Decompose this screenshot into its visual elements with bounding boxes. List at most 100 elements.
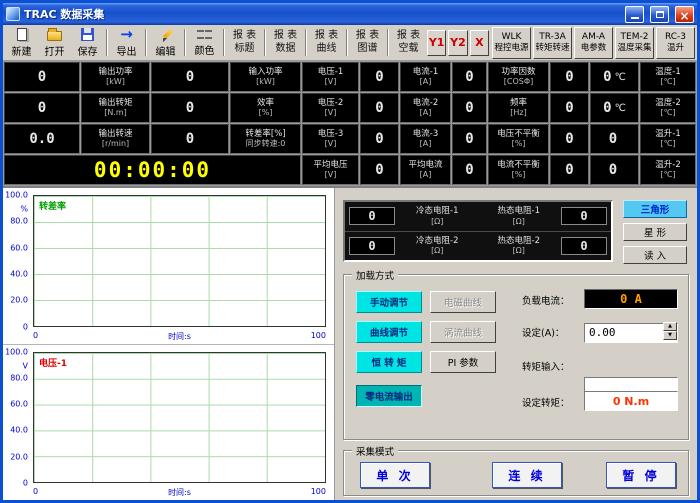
voltage-chart: 100.0 V 80.0 60.0 40.0 20.0 0 电压-1 0 时间:…	[3, 344, 334, 501]
temp-rise-1-value: 0	[590, 124, 639, 154]
device-button-group: WLK 程控电源 TR-3A 转矩转速 AM-A 电参数 TEM-2 温度采集 …	[490, 26, 695, 59]
single-capture-button[interactable]: 单 次	[360, 462, 430, 488]
cold-resistance-2-label: 冷态电阻-2[Ω]	[398, 236, 477, 256]
constant-torque-button[interactable]: 恒 转 矩	[356, 351, 422, 373]
avg-voltage-label: 平均电压[V]	[302, 155, 359, 185]
output-power-label: 输出功率[kW]	[81, 62, 150, 92]
current-3-label: 电流-3[A]	[400, 124, 451, 154]
app-icon	[6, 7, 20, 21]
chart-y-axis: 100.0 V 80.0 60.0 40.0 20.0 0	[3, 352, 31, 484]
export-button[interactable]: 导出	[110, 26, 143, 59]
export-arrow-icon	[119, 27, 135, 42]
close-button[interactable]	[675, 6, 694, 23]
axis-y1-button[interactable]: Y1	[427, 30, 446, 56]
maximize-button[interactable]	[650, 6, 669, 23]
cold-resistance-2-value: 0	[349, 237, 395, 255]
new-button[interactable]: 新建	[5, 26, 38, 59]
resistance-row: 0 冷态电阻-2[Ω] 热态电阻-2[Ω] 0	[345, 231, 611, 261]
spinner-up-button[interactable]	[663, 322, 677, 331]
color-button[interactable]: 颜色	[188, 26, 221, 59]
toolbar-separator	[305, 29, 307, 56]
open-button[interactable]: 打开	[38, 26, 71, 59]
load-current-display: 0 A	[584, 289, 678, 309]
color-palette-icon	[197, 28, 212, 41]
new-document-icon	[14, 27, 30, 42]
set-current-spinner	[663, 322, 677, 340]
continuous-capture-button[interactable]: 连 续	[492, 462, 562, 488]
manual-adjust-button[interactable]: 手动调节	[356, 291, 422, 313]
winding-connection-buttons: 三角形 星 形 读 入	[623, 200, 687, 264]
output-power-value: 0	[4, 62, 80, 92]
capture-mode-group: 采集模式 单 次 连 续 暂 停	[343, 450, 689, 496]
report-noload-button[interactable]: 报 表 空载	[391, 26, 426, 59]
slip-rate-chart: 100.0 % 80.0 60.0 40.0 20.0 0 转差率 0 时间:s…	[3, 188, 334, 344]
zero-current-output-button[interactable]: 零电流输出	[356, 385, 422, 407]
set-torque-display: 0 N.m	[584, 391, 678, 411]
edit-pencil-icon	[159, 28, 173, 42]
temp-rise-2-value: 0	[590, 155, 639, 185]
axis-y2-button[interactable]: Y2	[448, 30, 467, 56]
report-data-button[interactable]: 报 表 数据	[268, 26, 303, 59]
slip-rate-label: 转差率[%]同步转速:0	[230, 124, 301, 154]
cold-resistance-1-value: 0	[349, 207, 395, 225]
current-3-value: 0	[452, 124, 487, 154]
toolbar-separator	[106, 29, 108, 56]
axis-x-button[interactable]: X	[470, 30, 489, 56]
pause-capture-button[interactable]: 暂 停	[606, 462, 676, 488]
report-map-button[interactable]: 报 表 图谱	[350, 26, 385, 59]
eddy-current-curve-button: 涡流曲线	[430, 321, 496, 343]
delta-connection-button[interactable]: 三角形	[623, 200, 687, 218]
chart-plot-area: 电压-1	[33, 352, 326, 484]
toolbar-separator	[145, 29, 147, 56]
voltage-3-value: 0	[360, 124, 399, 154]
control-panel: 0 冷态电阻-1[Ω] 热态电阻-1[Ω] 0 0 冷态电阻-2[Ω] 热态电阻…	[335, 188, 697, 500]
set-current-label: 设定(A)：	[522, 325, 564, 339]
curve-adjust-button[interactable]: 曲线调节	[356, 321, 422, 343]
current-unbalance-label: 电流不平衡[%]	[488, 155, 549, 185]
toolbar-separator	[387, 29, 389, 56]
current-1-label: 电流-1[A]	[400, 62, 451, 92]
voltage-3-label: 电压-3[V]	[302, 124, 359, 154]
titlebar[interactable]: TRAC 数据采集	[3, 3, 697, 25]
save-button[interactable]: 保存	[71, 26, 104, 59]
chart-plot-area: 转差率	[33, 195, 326, 327]
output-torque-label: 输出转矩[N.m]	[81, 93, 150, 123]
load-current-label: 负载电流：	[522, 293, 570, 307]
device-electric-params-button[interactable]: AM-A 电参数	[574, 27, 613, 59]
avg-current-value: 0	[452, 155, 487, 185]
star-connection-button[interactable]: 星 形	[623, 223, 687, 241]
output-speed-value: 0.0	[4, 124, 80, 154]
device-temperature-button[interactable]: TEM-2 温度采集	[615, 27, 654, 59]
efficiency-value: 0	[151, 93, 229, 123]
chart-x-axis: 0 时间:s 100	[33, 331, 326, 342]
pi-params-button[interactable]: PI 参数	[430, 351, 496, 373]
efficiency-label: 效率[%]	[230, 93, 301, 123]
device-torque-speed-button[interactable]: TR-3A 转矩转速	[533, 27, 572, 59]
hot-resistance-2-value: 0	[561, 237, 607, 255]
load-mode-title: 加载方式	[352, 268, 398, 282]
temperature-1-label: 温度-1[℃]	[640, 62, 696, 92]
device-power-supply-button[interactable]: WLK 程控电源	[492, 27, 531, 59]
test-timer: 00:00:00	[4, 155, 301, 185]
voltage-1-value: 0	[360, 62, 399, 92]
temperature-2-value: 0℃	[590, 93, 639, 123]
report-title-button[interactable]: 报 表 标题	[227, 26, 262, 59]
spinner-down-button[interactable]	[663, 331, 677, 340]
read-in-button[interactable]: 读 入	[623, 246, 687, 264]
power-factor-label: 功率因数[COSΦ]	[488, 62, 549, 92]
set-torque-label: 设定转矩：	[522, 395, 570, 409]
chart-column: 100.0 % 80.0 60.0 40.0 20.0 0 转差率 0 时间:s…	[3, 188, 335, 500]
slip-rate-value: 0	[151, 124, 229, 154]
chart-x-axis: 0 时间:s 100	[33, 487, 326, 498]
voltage-1-label: 电压-1[V]	[302, 62, 359, 92]
toolbar-separator	[264, 29, 266, 56]
minimize-button[interactable]	[625, 6, 644, 23]
close-icon	[679, 5, 689, 24]
voltage-unbalance-label: 电压不平衡[%]	[488, 124, 549, 154]
device-temp-rise-button[interactable]: RC-3 温升	[656, 27, 695, 59]
voltage-2-value: 0	[360, 93, 399, 123]
report-curve-button[interactable]: 报 表 曲线	[309, 26, 344, 59]
save-floppy-icon	[80, 27, 96, 42]
temp-rise-2-label: 温升-2[℃]	[640, 155, 696, 185]
edit-button[interactable]: 编辑	[149, 26, 182, 59]
